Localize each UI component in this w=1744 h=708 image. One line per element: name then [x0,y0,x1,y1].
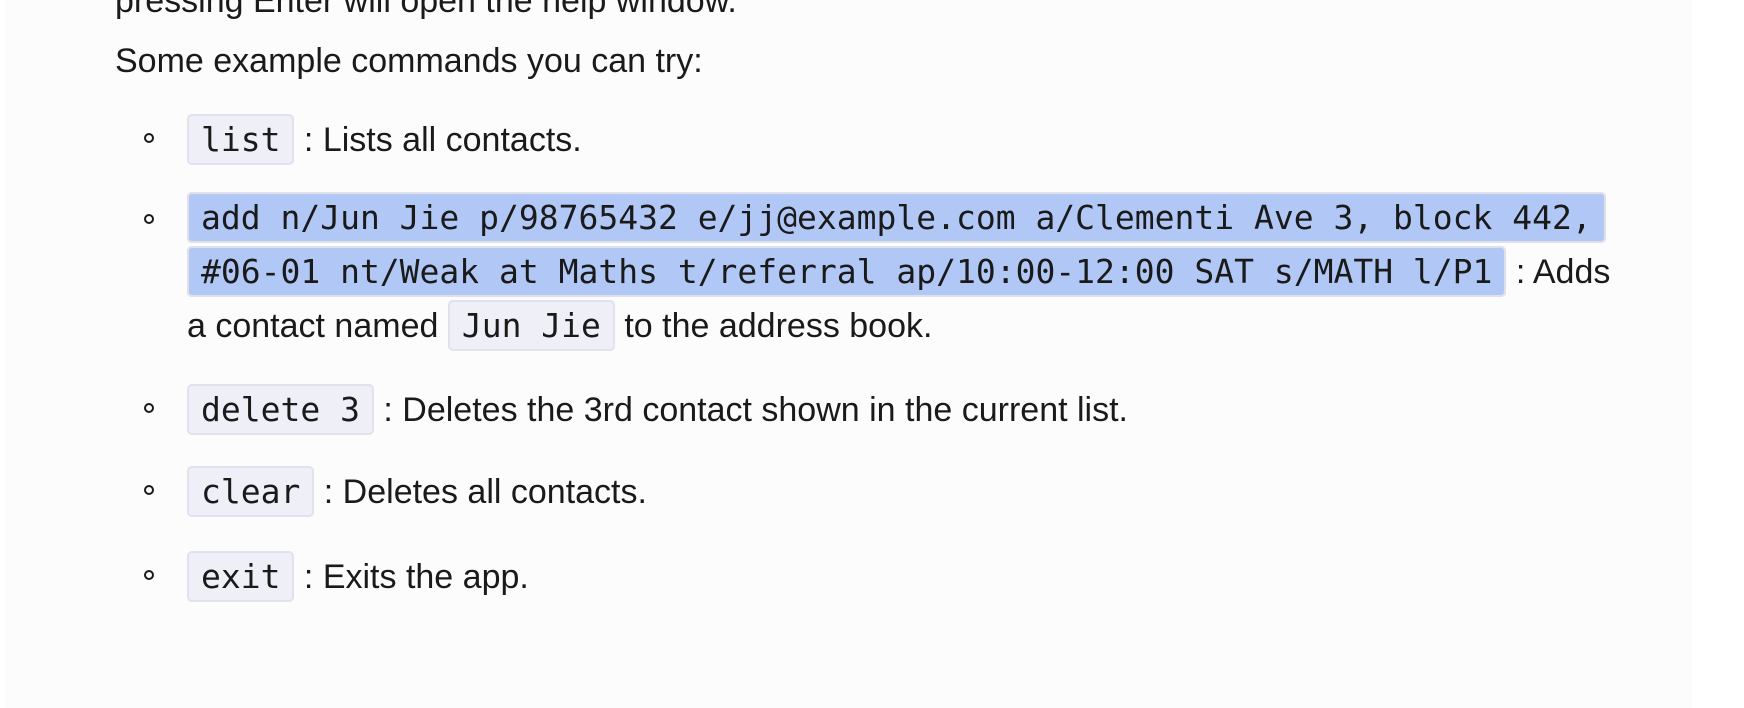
contact-name-code: Jun Jie [447,300,615,351]
list-item-add: add n/Jun Jie p/98765432 e/jj@example.co… [144,191,1637,353]
command-delete-description: : Deletes the 3rd contact shown in the c… [373,391,1128,429]
help-window-text: pressing Enter will open the help window… [115,0,737,20]
bullet-circle-icon [144,403,154,413]
list-item-exit: exit : Exits the app. [144,547,1637,607]
bullet-circle-icon [144,133,154,143]
bullet-circle-icon [144,485,154,495]
bullet-circle-icon [144,570,154,580]
list-item-clear: clear : Deletes all contacts. [144,462,1637,522]
command-add-code: add n/Jun Jie p/98765432 e/jj@example.co… [187,192,1606,297]
command-exit-description: : Exits the app. [294,558,529,596]
command-add-description-end: to the address book. [614,307,933,345]
example-commands-intro: Some example commands you can try: [115,42,703,80]
list-item-delete: delete 3 : Deletes the 3rd contact shown… [144,380,1637,440]
command-exit-code: exit [187,551,295,602]
list-item-list: list : Lists all contacts. [144,110,1637,170]
command-clear-description: : Deletes all contacts. [314,473,647,511]
command-delete-code: delete 3 [187,384,374,435]
documentation-page: pressing Enter will open the help window… [5,0,1692,708]
command-clear-code: clear [187,466,315,517]
command-list-code: list [187,114,295,165]
command-list-description: : Lists all contacts. [294,121,582,159]
bullet-circle-icon [144,214,154,224]
